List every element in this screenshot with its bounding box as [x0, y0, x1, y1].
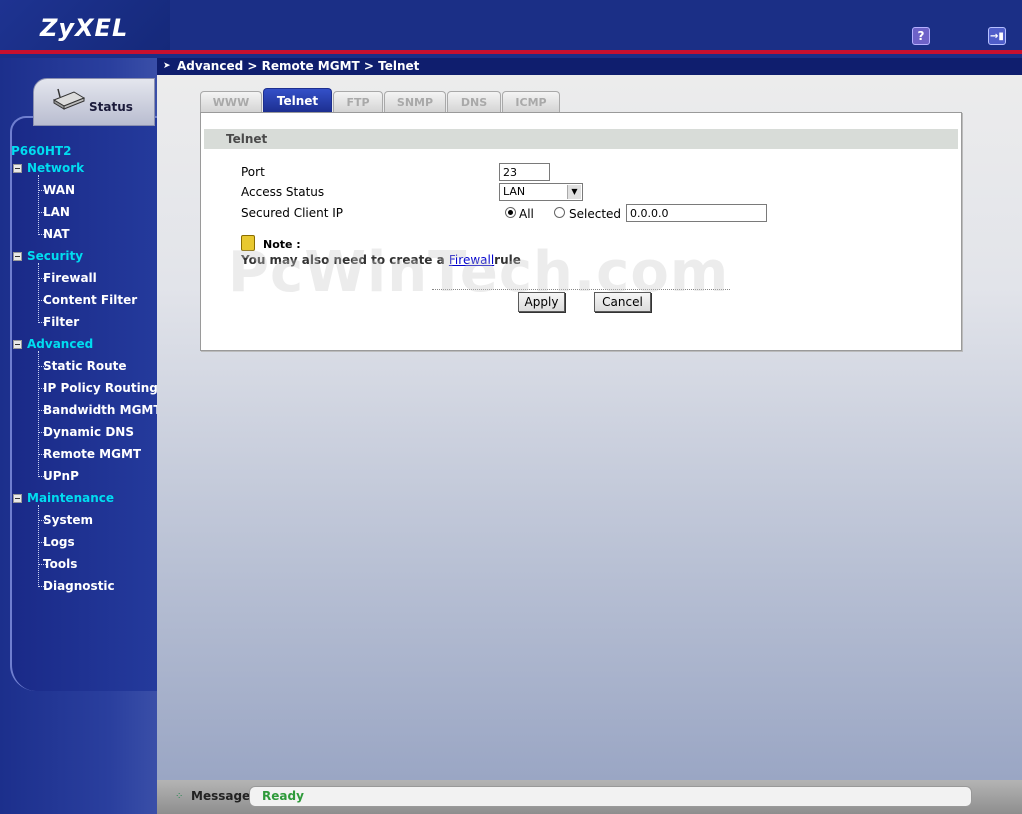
- tab-icmp[interactable]: ICMP: [502, 91, 560, 112]
- sidebar-item-firewall[interactable]: Firewall: [43, 271, 97, 285]
- sidebar-item-wan[interactable]: WAN: [43, 183, 75, 197]
- sidebar-group-network[interactable]: Network: [27, 161, 84, 175]
- tree-line: [38, 505, 39, 587]
- sidebar-item-content-filter[interactable]: Content Filter: [43, 293, 137, 307]
- tree-line: [38, 351, 39, 477]
- access-status-value: LAN: [503, 185, 526, 198]
- note-suffix: rule: [494, 253, 521, 267]
- sidebar-item-system[interactable]: System: [43, 513, 93, 527]
- sidebar-item-static-route[interactable]: Static Route: [43, 359, 127, 373]
- sidebar-item-filter[interactable]: Filter: [43, 315, 79, 329]
- header-red-stripe: [0, 50, 1022, 54]
- zyxel-logo: ZyXEL: [40, 14, 129, 42]
- tab-snmp[interactable]: SNMP: [384, 91, 446, 112]
- note-text: You may also need to create a Firewallru…: [241, 253, 521, 267]
- secured-client-ip-label: Secured Client IP: [241, 206, 344, 220]
- radio-selected-label: Selected: [569, 207, 622, 221]
- separator-line: [432, 289, 730, 290]
- radio-all-label: All: [519, 207, 534, 221]
- port-input[interactable]: [499, 163, 550, 181]
- apply-button[interactable]: Apply: [518, 292, 565, 312]
- sidebar-item-dynamic-dns[interactable]: Dynamic DNS: [43, 425, 134, 439]
- sidebar-item-upnp[interactable]: UPnP: [43, 469, 79, 483]
- note-label: Note :: [263, 238, 301, 251]
- tree-line: [38, 263, 39, 323]
- note-icon: [241, 235, 255, 251]
- expander-network-icon[interactable]: [13, 164, 22, 173]
- message-label: Message: [191, 789, 251, 803]
- status-tab-label: Status: [89, 100, 133, 114]
- sidebar-item-remote-mgmt[interactable]: Remote MGMT: [43, 447, 141, 461]
- tab-telnet[interactable]: Telnet: [263, 88, 332, 112]
- port-label: Port: [241, 165, 265, 179]
- message-box: [249, 786, 972, 807]
- sidebar-item-diagnostic[interactable]: Diagnostic: [43, 579, 115, 593]
- sidebar-item-tools[interactable]: Tools: [43, 557, 77, 571]
- breadcrumb: Advanced > Remote MGMT > Telnet: [177, 59, 420, 73]
- sidebar-item-lan[interactable]: LAN: [43, 205, 70, 219]
- router-icon: [52, 88, 86, 110]
- help-button[interactable]: ?: [912, 27, 930, 45]
- cancel-button[interactable]: Cancel: [594, 292, 651, 312]
- access-status-label: Access Status: [241, 185, 325, 199]
- access-status-select[interactable]: LAN ▼: [499, 183, 583, 201]
- expander-advanced-icon[interactable]: [13, 340, 22, 349]
- tab-dns[interactable]: DNS: [447, 91, 501, 112]
- sidebar-item-logs[interactable]: Logs: [43, 535, 75, 549]
- expander-security-icon[interactable]: [13, 252, 22, 261]
- sidebar-item-nat[interactable]: NAT: [43, 227, 70, 241]
- model-name: P660HT2: [11, 144, 72, 158]
- tree-line: [38, 175, 39, 235]
- radio-selected[interactable]: [554, 207, 565, 218]
- logout-icon: →▮: [990, 30, 1004, 42]
- help-icon: ?: [917, 29, 925, 43]
- breadcrumb-arrow-icon: ➤: [163, 61, 171, 71]
- expander-maintenance-icon[interactable]: [13, 494, 22, 503]
- sidebar-item-bandwidth-mgmt[interactable]: Bandwidth MGMT: [43, 403, 162, 417]
- tab-ftp[interactable]: FTP: [333, 91, 383, 112]
- sidebar-item-ip-policy-routing[interactable]: IP Policy Routing: [43, 381, 158, 395]
- sidebar-group-advanced[interactable]: Advanced: [27, 337, 93, 351]
- message-dots-icon: ⁘: [175, 791, 184, 802]
- client-ip-input[interactable]: [626, 204, 767, 222]
- tab-www[interactable]: WWW: [200, 91, 262, 112]
- logout-button[interactable]: →▮: [988, 27, 1006, 45]
- radio-all[interactable]: [505, 207, 516, 218]
- panel-title: Telnet: [226, 132, 268, 146]
- chevron-down-icon: ▼: [567, 185, 581, 199]
- sidebar-group-security[interactable]: Security: [27, 249, 83, 263]
- panel-title-bar: [204, 129, 958, 149]
- firewall-link[interactable]: Firewall: [449, 253, 494, 267]
- note-prefix: You may also need to create a: [241, 253, 449, 267]
- message-text: Ready: [262, 789, 304, 803]
- sidebar-group-maintenance[interactable]: Maintenance: [27, 491, 114, 505]
